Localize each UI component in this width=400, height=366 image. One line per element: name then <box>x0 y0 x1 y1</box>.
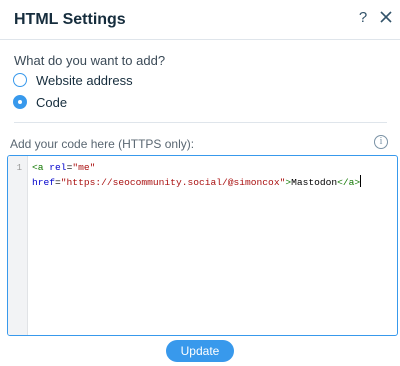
code-content[interactable]: <a rel="me" href="https://seocommunity.s… <box>32 161 392 190</box>
code-editor[interactable]: 1 <a rel="me" href="https://seocommunity… <box>7 155 398 336</box>
code-token-value-rel: "me" <box>72 162 96 173</box>
radio-button-unchecked[interactable] <box>13 73 27 87</box>
panel-header: HTML Settings ? <box>0 0 400 40</box>
code-token-open-tag: <a <box>32 162 44 173</box>
code-token-text: Mastodon <box>291 177 338 188</box>
panel-title: HTML Settings <box>14 11 126 28</box>
update-button[interactable]: Update <box>166 340 234 362</box>
radio-code[interactable]: Code <box>13 93 67 111</box>
code-token-value-href: "https://seocommunity.social/@simoncox" <box>60 177 286 188</box>
code-input-label: Add your code here (HTTPS only): <box>10 137 195 151</box>
radio-website-address[interactable]: Website address <box>13 71 133 89</box>
close-icon[interactable] <box>379 10 393 24</box>
editor-gutter: 1 <box>8 156 28 335</box>
help-icon[interactable]: ? <box>355 9 371 29</box>
code-token-close-tag: </a> <box>337 177 361 188</box>
line-number: 1 <box>16 163 22 173</box>
info-icon[interactable]: i <box>374 135 388 149</box>
radio-button-checked[interactable] <box>13 95 27 109</box>
text-caret <box>360 175 362 187</box>
add-type-question: What do you want to add? <box>14 53 166 68</box>
radio-label-code: Code <box>36 94 68 110</box>
code-token-attr-href: href <box>32 177 56 188</box>
radio-label-website-address: Website address <box>36 72 133 88</box>
section-divider <box>14 122 387 123</box>
code-token-attr-rel: rel <box>49 162 67 173</box>
html-settings-panel: HTML Settings ? What do you want to add?… <box>0 0 400 366</box>
